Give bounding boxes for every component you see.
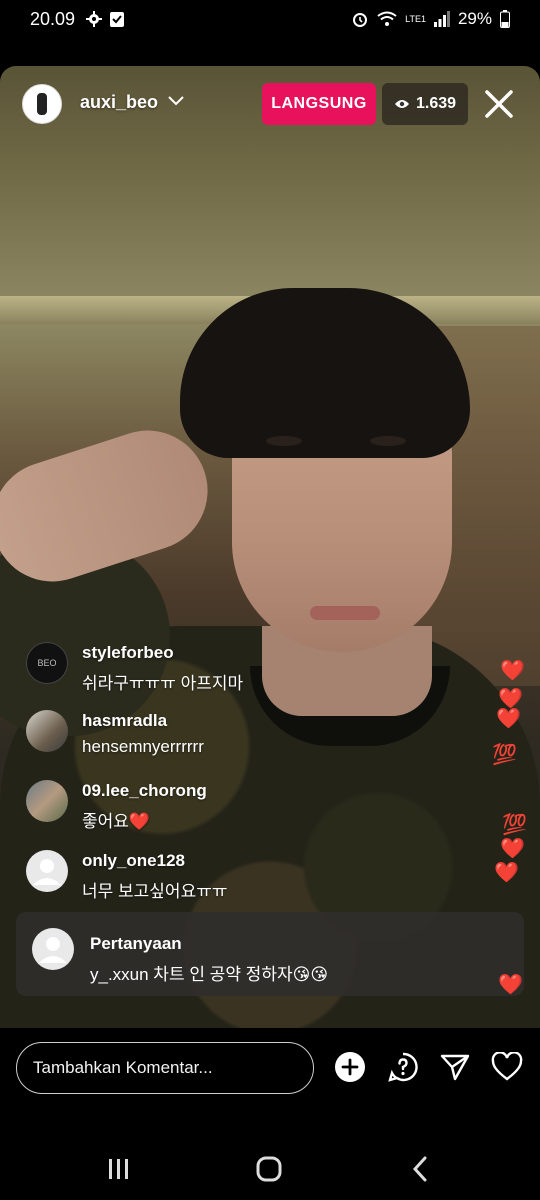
viewer-count-value: 1.639 [415, 95, 457, 112]
status-left-icons [86, 11, 124, 27]
reaction-heart-icon: ❤️ [500, 660, 525, 682]
comment-body: only_one128 너무 보고싶어요ㅠㅠ [82, 850, 227, 902]
reaction-heart-icon: ❤️ [500, 838, 525, 860]
comment-body: hasmradla hensemnyerrrrrr [82, 710, 204, 757]
comment-username[interactable]: styleforbeo [82, 643, 243, 663]
reaction-heart-icon: ❤️ [496, 708, 521, 730]
comment-item[interactable]: BEO styleforbeo 쉬라구ㅠㅠㅠ 아프지마 [26, 642, 456, 694]
comment-item[interactable]: hasmradla hensemnyerrrrrr [26, 710, 456, 757]
comment-input[interactable] [16, 1042, 314, 1094]
add-button[interactable] [333, 1050, 367, 1084]
comment-body: 09.lee_chorong 좋어요❤️ [82, 780, 207, 832]
default-user-icon [39, 937, 67, 963]
reaction-heart-icon: ❤️ [494, 862, 519, 884]
comment-avatar[interactable] [26, 850, 68, 892]
comment-username[interactable]: 09.lee_chorong [82, 781, 207, 801]
question-avatar [32, 928, 74, 970]
back-icon[interactable] [406, 1154, 436, 1184]
status-time: 20.09 [30, 9, 76, 29]
comment-item[interactable]: only_one128 너무 보고싶어요ㅠㅠ [26, 850, 456, 902]
send-icon [440, 1054, 470, 1081]
avatar-logo-text: BEO [37, 658, 57, 668]
comment-item[interactable]: 09.lee_chorong 좋어요❤️ [26, 780, 456, 832]
comment-body: styleforbeo 쉬라구ㅠㅠㅠ 아프지마 [82, 642, 243, 694]
question-card[interactable]: Pertanyaan y_.xxun 차트 인 공약 정하자😘😘 [16, 912, 524, 996]
comment-text: 쉬라구ㅠㅠㅠ 아프지마 [82, 674, 244, 693]
status-bar: 20.09 LTE1 29% [0, 0, 540, 40]
comment-username[interactable]: hasmradla [82, 711, 204, 731]
task-check-icon [110, 12, 124, 27]
bottom-bar [0, 1028, 540, 1200]
gear-icon [86, 11, 102, 27]
android-navigation-bar [0, 1136, 540, 1200]
comment-avatar[interactable]: BEO [26, 642, 68, 684]
chevron-down-icon[interactable] [168, 96, 184, 106]
host-username[interactable]: auxi_beo [80, 92, 158, 113]
question-text: y_.xxun 차트 인 공약 정하자😘😘 [90, 965, 329, 984]
question-button[interactable] [386, 1050, 420, 1084]
question-title: Pertanyaan [90, 934, 182, 953]
eye-icon [394, 100, 409, 108]
question-bubble-icon [388, 1052, 418, 1082]
recent-apps-icon[interactable] [104, 1154, 134, 1184]
host-avatar[interactable] [22, 84, 62, 124]
default-user-icon [33, 859, 61, 885]
video-eye-right [370, 436, 406, 446]
battery-icon [500, 10, 510, 28]
alarm-icon [353, 13, 368, 27]
comment-text: hensemnyerrrrrr [82, 737, 204, 756]
comment-text: 좋어요❤️ [82, 812, 151, 831]
heart-icon [491, 1052, 523, 1081]
share-button[interactable] [438, 1050, 472, 1084]
comment-avatar[interactable] [26, 710, 68, 752]
host-avatar-figure [37, 93, 47, 115]
video-eye-left [266, 436, 302, 446]
reaction-hundred-icon: 💯 [492, 744, 517, 766]
wifi-icon [377, 11, 397, 26]
reaction-hundred-icon: 💯 [502, 814, 527, 836]
plus-circle-icon [335, 1052, 365, 1082]
battery-percent: 29% [457, 9, 492, 28]
close-icon[interactable] [482, 87, 516, 121]
comment-text: 너무 보고싶어요ㅠㅠ [82, 882, 228, 901]
live-badge: LANGSUNG [262, 83, 376, 125]
signal-icon [433, 11, 450, 27]
like-button[interactable] [490, 1050, 524, 1084]
viewer-count[interactable]: 1.639 [382, 83, 468, 125]
status-right-icons: LTE1 29% [351, 9, 510, 29]
network-label: LTE1 [405, 13, 426, 24]
comment-avatar[interactable] [26, 780, 68, 822]
home-icon[interactable] [254, 1154, 284, 1184]
reaction-heart-icon: ❤️ [498, 974, 523, 996]
comment-username[interactable]: only_one128 [82, 851, 227, 871]
video-mouth [310, 606, 380, 620]
